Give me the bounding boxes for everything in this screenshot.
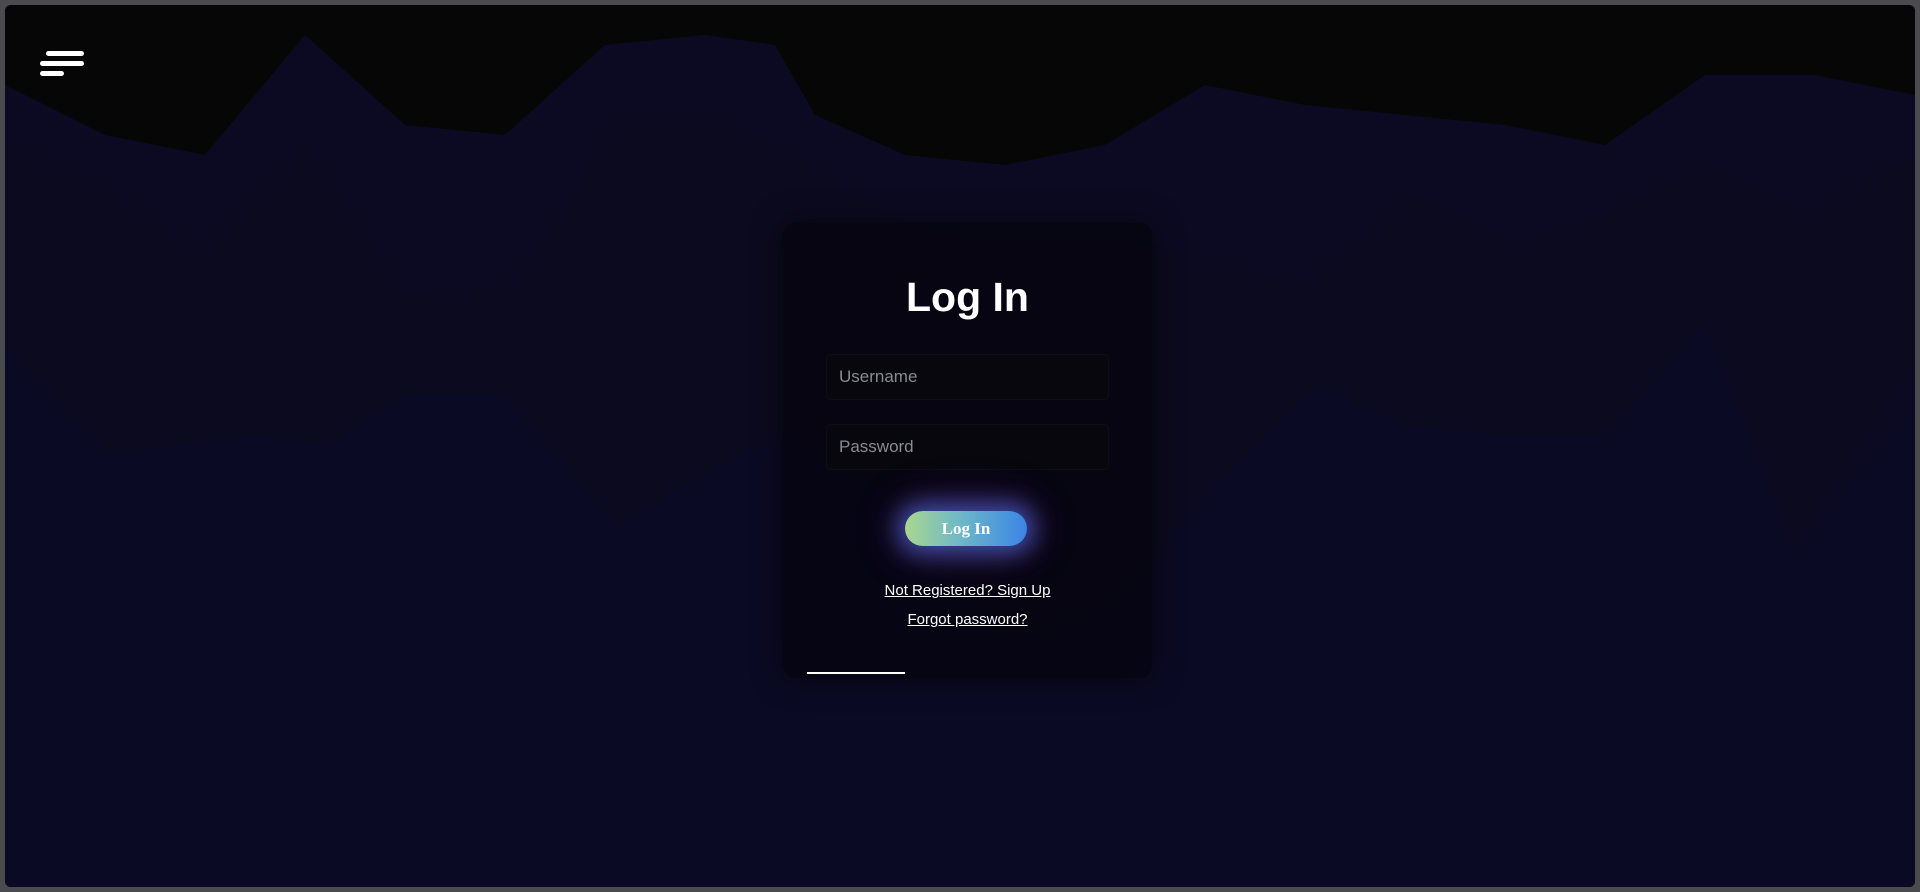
password-input[interactable] <box>826 424 1109 470</box>
hamburger-line-bottom <box>40 71 64 76</box>
username-input[interactable] <box>826 354 1109 400</box>
login-title: Log In <box>906 274 1029 320</box>
signup-link[interactable]: Not Registered? Sign Up <box>783 582 1152 599</box>
login-button[interactable]: Log In <box>905 511 1027 546</box>
forgot-password-link[interactable]: Forgot password? <box>783 611 1152 628</box>
login-card: Log In Log In Not Registered? Sign Up Fo… <box>783 223 1152 678</box>
hamburger-menu-icon[interactable] <box>40 47 86 81</box>
hamburger-line-middle <box>40 61 84 66</box>
page-frame: Log In Log In Not Registered? Sign Up Fo… <box>5 5 1915 887</box>
hamburger-line-top <box>46 51 84 56</box>
progress-underline <box>807 672 905 674</box>
